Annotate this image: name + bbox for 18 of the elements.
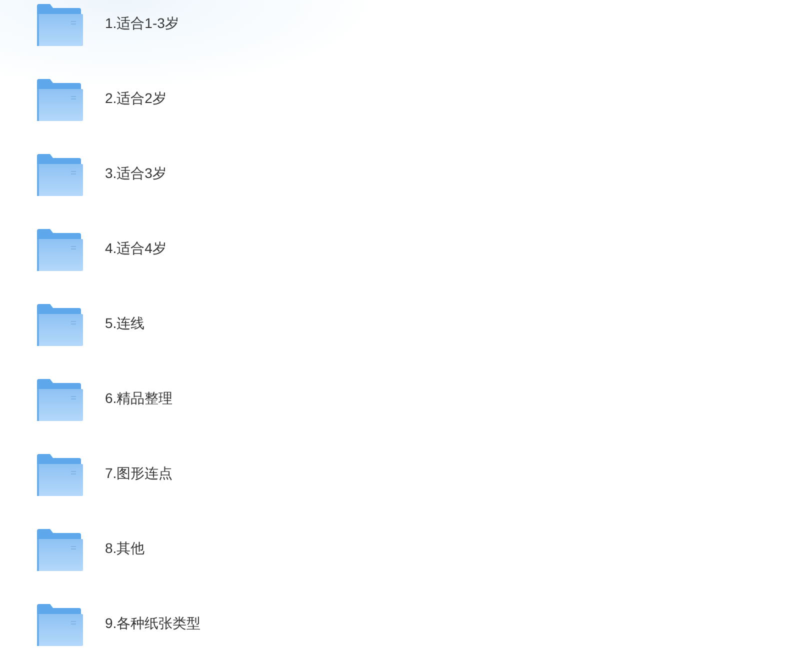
- folder-name[interactable]: 5.连线: [105, 312, 145, 334]
- folder-icon: [37, 4, 83, 46]
- folder-name[interactable]: 7.图形连点: [105, 462, 173, 484]
- folder-name[interactable]: 3.适合3岁: [105, 162, 166, 184]
- folder-icon: [37, 529, 83, 571]
- folder-icon: [37, 229, 83, 271]
- folder-icon: [37, 379, 83, 421]
- folder-name[interactable]: 2.适合2岁: [105, 88, 166, 108]
- folder-icon: [37, 154, 83, 196]
- folder-name[interactable]: 8.其他: [105, 538, 145, 558]
- folder-name[interactable]: 4.适合4岁: [105, 238, 166, 258]
- folder-icon: [37, 79, 83, 121]
- folder-icon: [37, 304, 83, 346]
- folder-name[interactable]: 1.适合1-3岁: [105, 12, 179, 34]
- folder-name[interactable]: 6.精品整理: [105, 388, 173, 408]
- folder-icon: [37, 454, 83, 496]
- folder-icon: [37, 604, 83, 646]
- folder-name[interactable]: 9.各种纸张类型: [105, 612, 201, 634]
